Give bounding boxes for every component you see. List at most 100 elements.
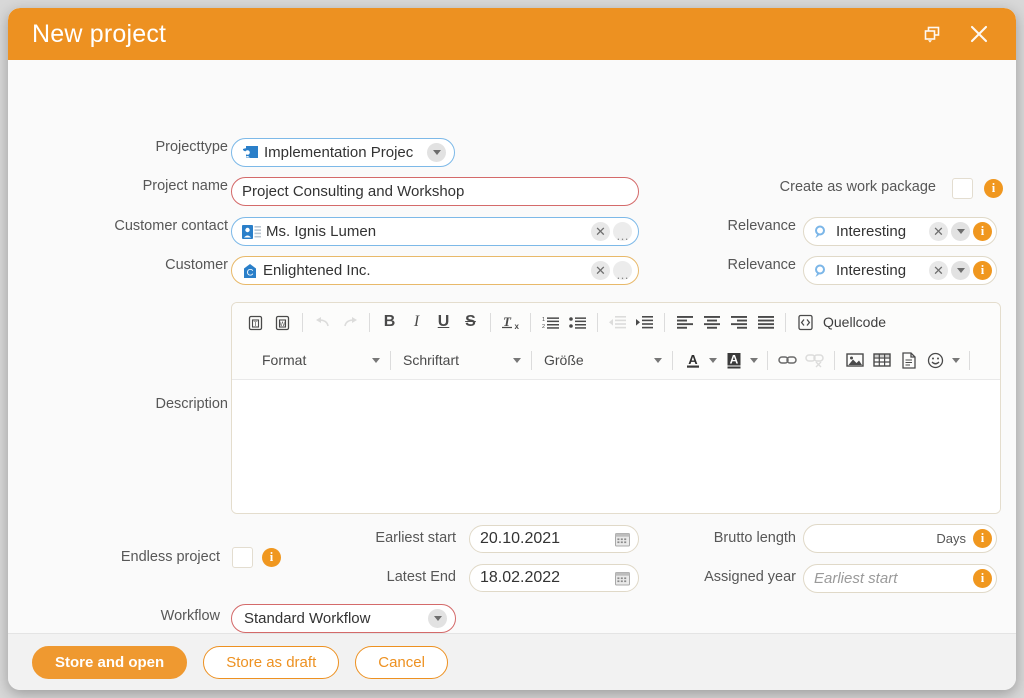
- align-right-icon[interactable]: [725, 309, 752, 336]
- endless-project-checkbox[interactable]: [232, 547, 253, 568]
- indent-icon[interactable]: [631, 309, 658, 336]
- customer-input[interactable]: C Enlightened Inc. ✕ …: [231, 256, 639, 285]
- more-options-icon[interactable]: …: [613, 222, 632, 242]
- background-color-icon[interactable]: A: [720, 347, 747, 374]
- earliest-start-input[interactable]: 20.10.2021: [469, 525, 639, 553]
- strikethrough-icon[interactable]: S: [457, 309, 484, 336]
- endless-project-info-icon[interactable]: i: [262, 548, 281, 567]
- redo-icon[interactable]: [336, 309, 363, 336]
- font-dropdown-label: Schriftart: [403, 352, 460, 368]
- paste-as-text-icon[interactable]: T: [242, 309, 269, 336]
- projecttype-value: Implementation Projec: [264, 144, 414, 161]
- description-label: Description: [155, 396, 228, 412]
- italic-icon[interactable]: I: [403, 309, 430, 336]
- chevron-down-icon[interactable]: [428, 609, 447, 628]
- project-type-icon: [242, 145, 259, 160]
- clear-icon[interactable]: ✕: [591, 261, 610, 280]
- latest-end-input[interactable]: 18.02.2022: [469, 564, 639, 592]
- chevron-down-icon[interactable]: [949, 347, 963, 374]
- more-options-icon[interactable]: …: [613, 261, 632, 281]
- align-center-icon[interactable]: [698, 309, 725, 336]
- brutto-length-info-icon[interactable]: i: [973, 529, 992, 548]
- format-dropdown[interactable]: Format: [256, 347, 384, 373]
- image-icon[interactable]: [841, 347, 868, 374]
- source-code-icon[interactable]: [792, 309, 819, 336]
- relevance-2-select[interactable]: Interesting ✕ i: [803, 256, 997, 285]
- undo-icon[interactable]: [309, 309, 336, 336]
- relevance-1-select[interactable]: Interesting ✕ i: [803, 217, 997, 246]
- text-color-icon[interactable]: A: [679, 347, 706, 374]
- new-project-dialog: New project Projecttype Implementation P…: [8, 8, 1016, 690]
- underline-icon[interactable]: U: [430, 309, 457, 336]
- customer-value: Enlightened Inc.: [263, 262, 371, 279]
- clear-icon[interactable]: ✕: [591, 222, 610, 241]
- relevance-1-info-icon[interactable]: i: [973, 222, 992, 241]
- clear-icon[interactable]: ✕: [929, 222, 948, 241]
- store-and-open-button[interactable]: Store and open: [32, 645, 188, 679]
- toolbar-separator: [969, 350, 970, 370]
- justify-icon[interactable]: [752, 309, 779, 336]
- project-name-value: Project Consulting and Workshop: [242, 183, 465, 200]
- emoji-icon[interactable]: [922, 347, 949, 374]
- customer-label: Customer: [165, 257, 228, 273]
- calendar-icon[interactable]: [615, 532, 630, 547]
- dialog-titlebar: New project: [8, 8, 1016, 60]
- size-dropdown-label: Größe: [544, 352, 584, 368]
- calendar-icon[interactable]: [615, 571, 630, 586]
- svg-text:A: A: [729, 352, 738, 366]
- magnifier-icon: [814, 225, 828, 239]
- remove-format-icon[interactable]: Tx: [497, 309, 524, 336]
- page-break-icon[interactable]: [895, 347, 922, 374]
- description-textarea[interactable]: [232, 380, 1000, 513]
- create-as-work-package-info-icon[interactable]: i: [984, 179, 1003, 198]
- brutto-length-label: Brutto length: [713, 530, 796, 546]
- workflow-select[interactable]: Standard Workflow: [231, 604, 456, 633]
- customer-contact-label: Customer contact: [114, 218, 228, 234]
- window-controls: [922, 23, 998, 45]
- customer-contact-value: Ms. Ignis Lumen: [266, 223, 377, 240]
- toolbar-separator: [785, 312, 786, 332]
- customer-contact-input[interactable]: Ms. Ignis Lumen ✕ …: [231, 217, 639, 246]
- toolbar-separator: [369, 312, 370, 332]
- chevron-down-icon[interactable]: [951, 222, 970, 241]
- chevron-down-icon[interactable]: [951, 261, 970, 280]
- close-icon[interactable]: [968, 23, 990, 45]
- project-name-input[interactable]: Project Consulting and Workshop: [231, 177, 639, 206]
- size-dropdown[interactable]: Größe: [538, 347, 666, 373]
- brutto-length-input[interactable]: Days i: [803, 524, 997, 553]
- store-as-draft-button[interactable]: Store as draft: [203, 645, 340, 679]
- company-tag-icon: C: [242, 263, 258, 279]
- toolbar-separator: [390, 350, 391, 370]
- dialog-footer: Store and open Store as draft Cancel: [8, 633, 1016, 690]
- cancel-button[interactable]: Cancel: [355, 645, 448, 679]
- relevance-2-info-icon[interactable]: i: [973, 261, 992, 280]
- source-code-label[interactable]: Quellcode: [823, 314, 886, 330]
- link-icon[interactable]: [774, 347, 801, 374]
- relevance-2-value: Interesting: [836, 262, 907, 279]
- assigned-year-input[interactable]: Earliest start i: [803, 564, 997, 593]
- toolbar-separator: [531, 350, 532, 370]
- brutto-length-unit: Days: [936, 531, 966, 546]
- chevron-down-icon[interactable]: [747, 347, 761, 374]
- latest-end-label: Latest End: [386, 569, 456, 585]
- chevron-down-icon: [372, 357, 380, 363]
- numbered-list-icon[interactable]: 12: [537, 309, 564, 336]
- projecttype-select[interactable]: Implementation Projec: [231, 138, 455, 167]
- toolbar-separator: [672, 350, 673, 370]
- table-icon[interactable]: [868, 347, 895, 374]
- paste-from-word-icon[interactable]: W: [269, 309, 296, 336]
- unlink-icon[interactable]: [801, 347, 828, 374]
- restore-window-icon[interactable]: [922, 24, 942, 44]
- outdent-icon[interactable]: [604, 309, 631, 336]
- chevron-down-icon[interactable]: [706, 347, 720, 374]
- font-dropdown[interactable]: Schriftart: [397, 347, 525, 373]
- align-left-icon[interactable]: [671, 309, 698, 336]
- toolbar-separator: [834, 350, 835, 370]
- clear-icon[interactable]: ✕: [929, 261, 948, 280]
- bold-icon[interactable]: B: [376, 309, 403, 336]
- assigned-year-info-icon[interactable]: i: [973, 569, 992, 588]
- chevron-down-icon[interactable]: [427, 143, 446, 162]
- workflow-label: Workflow: [160, 608, 220, 624]
- bulleted-list-icon[interactable]: [564, 309, 591, 336]
- create-as-work-package-checkbox[interactable]: [952, 178, 973, 199]
